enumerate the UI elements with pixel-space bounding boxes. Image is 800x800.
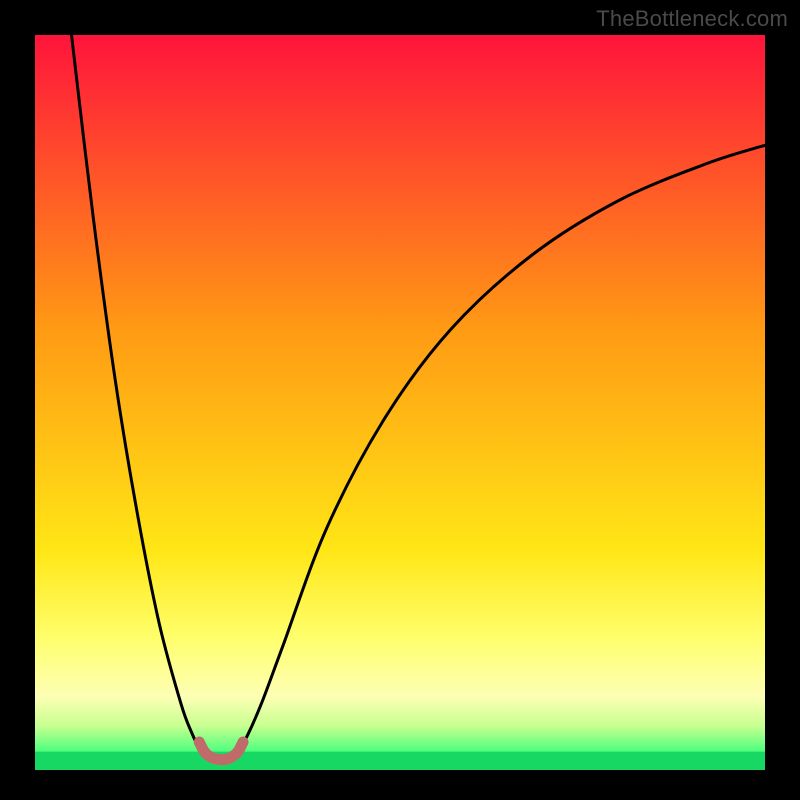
green-band xyxy=(35,752,765,770)
chart-stage: TheBottleneck.com xyxy=(0,0,800,800)
bottleneck-chart xyxy=(0,0,800,800)
gradient-background xyxy=(35,35,765,770)
watermark-text: TheBottleneck.com xyxy=(596,6,788,32)
